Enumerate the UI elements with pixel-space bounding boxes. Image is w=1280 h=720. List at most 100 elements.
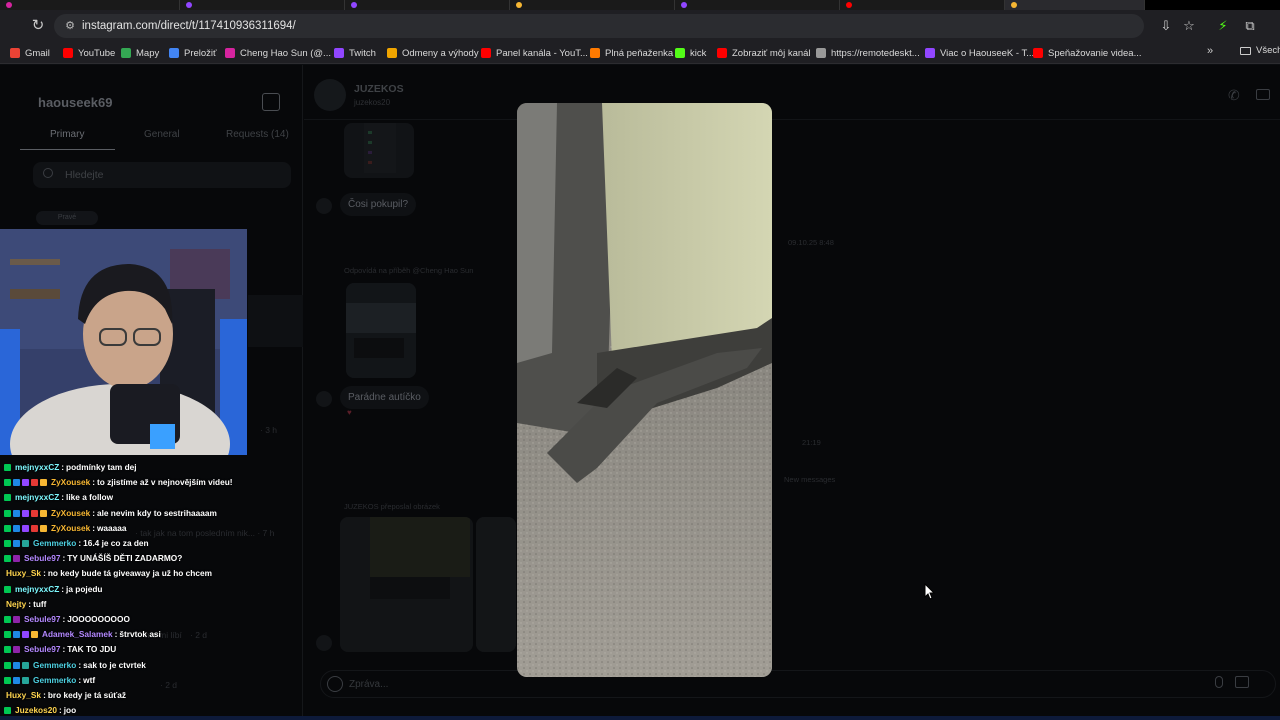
avatar	[316, 198, 332, 214]
chat-username: Huxy_Sk	[6, 568, 42, 579]
bookmark-item[interactable]: Panel kanála - YouT...	[481, 45, 588, 61]
story-thumbnail[interactable]	[346, 283, 416, 378]
bookmark-star-icon[interactable]: ☆	[1179, 16, 1199, 36]
chat-badge-icon	[13, 524, 20, 532]
bookmark-item[interactable]: Mapy	[121, 45, 159, 61]
address-bar[interactable]: ⚙ instagram.com/direct/t/117410936311694…	[54, 14, 1144, 38]
bookmark-label: YouTube	[78, 47, 116, 59]
tab-general[interactable]: General	[144, 129, 180, 140]
bookmark-favicon-icon	[387, 48, 397, 58]
bookmark-item[interactable]: Zobraziť môj kanál	[717, 45, 811, 61]
timestamp: 09.10.25 8:48	[788, 238, 834, 247]
microphone-icon[interactable]	[1215, 676, 1223, 688]
conversation-time: · 3 h	[260, 425, 278, 435]
bookmark-label: kick	[690, 47, 707, 59]
tab-primary[interactable]: Primary	[50, 129, 84, 140]
bookmark-item[interactable]: YouTube	[63, 45, 115, 61]
chat-badge-icon	[40, 509, 47, 517]
chat-separator: :	[78, 674, 82, 685]
bookmark-label: https://remotedeskt...	[831, 47, 920, 59]
chat-message: Nejty: tuff	[4, 598, 46, 611]
browser-tab[interactable]	[0, 0, 180, 10]
bookmark-item[interactable]: Speňažovanie videa...	[1033, 45, 1141, 61]
chat-badge-icon	[13, 676, 20, 684]
chat-text: bro kedy je tá súťaž	[47, 690, 127, 700]
bookmarks-overflow-icon[interactable]: »	[1207, 45, 1213, 57]
browser-tab[interactable]	[840, 0, 1005, 10]
chat-text: TY UNÁŠÍŠ DĚTI ZADARMO?	[67, 553, 183, 564]
install-app-icon[interactable]: ⇩	[1156, 16, 1176, 36]
chat-badge-icon	[4, 555, 11, 563]
browser-tab[interactable]	[675, 0, 840, 10]
chat-badge-icon	[31, 631, 38, 639]
chat-separator: :	[62, 644, 66, 655]
message-bubble[interactable]: Čosi pokupil?	[340, 193, 417, 216]
chat-username: ZyXousek	[51, 507, 91, 518]
bookmark-label: Plná peňaženka	[605, 47, 674, 59]
bookmark-label: Gmail	[25, 47, 50, 59]
image-upload-icon[interactable]	[1235, 676, 1249, 688]
media-viewer[interactable]	[517, 103, 772, 677]
chat-badge-icon	[13, 631, 20, 639]
inbox-search[interactable]	[33, 162, 291, 188]
heart-reaction-icon[interactable]: ♥	[347, 408, 352, 417]
chat-badge-icon	[40, 479, 47, 487]
browser-tab[interactable]	[345, 0, 510, 10]
message-input[interactable]	[349, 676, 1049, 692]
bookmark-label: Twitch	[349, 47, 376, 59]
browser-tab[interactable]	[510, 0, 675, 10]
browser-tab-active[interactable]	[1005, 0, 1145, 10]
bookmark-item[interactable]: Viac o HaouseeK - T...	[925, 45, 1034, 61]
bookmark-item[interactable]: Plná peňaženka	[590, 45, 673, 61]
emoji-icon[interactable]	[327, 676, 343, 692]
avatar[interactable]	[314, 79, 346, 111]
phone-icon[interactable]: ✆	[1228, 87, 1240, 104]
search-input[interactable]	[65, 166, 265, 184]
chat-separator: :	[114, 629, 118, 640]
conversation-selected[interactable]	[248, 295, 303, 347]
reload-icon[interactable]: ↻	[28, 16, 48, 36]
extensions-puzzle-icon[interactable]: ⧉	[1240, 16, 1260, 36]
chat-badge-icon	[4, 540, 11, 547]
twitch-chat-overlay: mejnyxxCZ: podmínky tam dej ZyXousek: to zj…	[0, 461, 300, 720]
message-bubble[interactable]: Parádne autíčko	[340, 386, 429, 409]
bookmark-item[interactable]: Preložiť	[169, 45, 217, 61]
chat-text: podmínky tam dej	[66, 462, 137, 472]
chat-message: Sebule97: JOOOOOOOOO	[4, 613, 130, 626]
chat-separator: :	[28, 598, 32, 609]
browser-tab[interactable]	[180, 0, 345, 10]
bookmark-item[interactable]: Twitch	[334, 45, 376, 61]
bookmark-item[interactable]: kick	[675, 45, 706, 61]
folder-icon	[1240, 46, 1251, 55]
bookmark-item[interactable]: Cheng Hao Sun (@...	[225, 45, 331, 61]
account-name[interactable]: haouseek69	[38, 95, 112, 110]
bookmark-label: Cheng Hao Sun (@...	[240, 47, 331, 59]
new-messages-divider: New messages	[784, 475, 836, 484]
chat-badge-icon	[22, 509, 29, 517]
timestamp: 21:19	[802, 438, 821, 447]
chat-username: mejnyxxCZ	[15, 462, 60, 472]
extension-icon[interactable]: ⚡	[1213, 16, 1233, 36]
chat-badge-icon	[4, 494, 11, 502]
all-bookmarks[interactable]: Všech	[1240, 45, 1280, 56]
chat-badge-icon	[4, 707, 11, 715]
bookmark-favicon-icon	[925, 48, 935, 58]
site-info-icon[interactable]: ⚙	[62, 18, 78, 34]
bookmark-label: Panel kanála - YouT...	[496, 47, 588, 59]
chat-username: Sebule97	[24, 644, 61, 655]
shared-image-thumbnail[interactable]	[344, 123, 414, 178]
chat-text: TAK TO JDU	[67, 644, 117, 655]
chat-name[interactable]: JUZEKOS	[354, 83, 404, 95]
chat-username: Sebule97	[24, 614, 61, 624]
bookmark-item[interactable]: Gmail	[10, 45, 50, 61]
filter-pill[interactable]: Pravé	[36, 211, 98, 225]
bookmark-item[interactable]: https://remotedeskt...	[816, 45, 920, 61]
forwarded-image[interactable]	[476, 517, 516, 652]
forwarded-image[interactable]	[340, 517, 473, 652]
video-call-icon[interactable]	[1256, 89, 1270, 100]
chat-message: Gemmerko: wtf	[4, 674, 95, 687]
tab-requests[interactable]: Requests (14)	[226, 129, 289, 140]
bookmark-item[interactable]: Odmeny a výhody	[387, 45, 479, 61]
chat-text: JOOOOOOOOO	[67, 614, 130, 624]
new-message-icon[interactable]	[262, 93, 280, 111]
